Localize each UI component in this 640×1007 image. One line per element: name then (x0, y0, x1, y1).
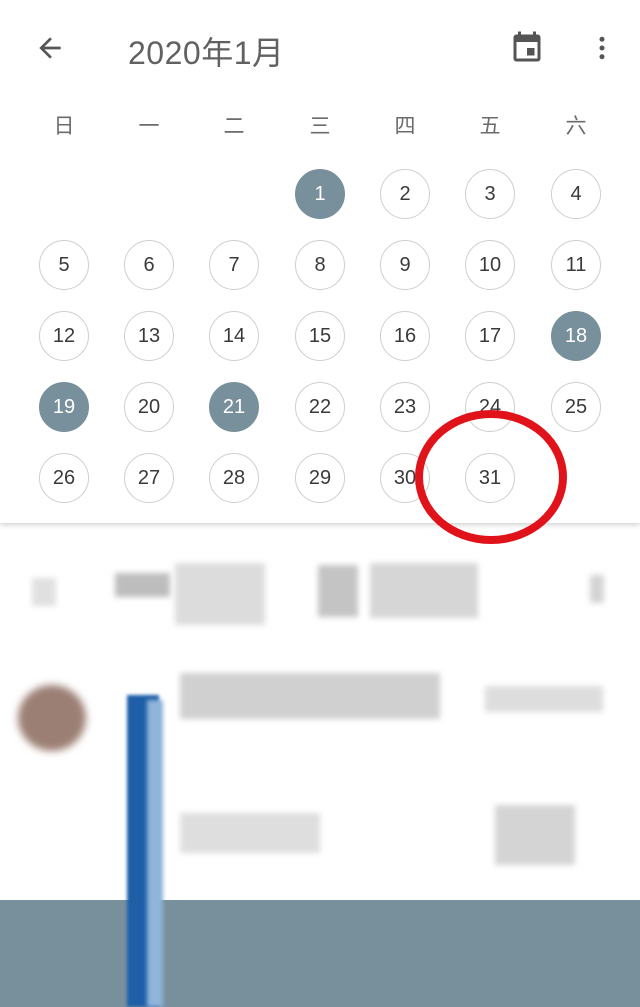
day-cell-23[interactable]: 23 (380, 382, 430, 432)
page-title: 2020年1月 (128, 35, 285, 71)
day-cell-21[interactable]: 21 (209, 382, 259, 432)
weekday-label: 五 (479, 115, 501, 138)
weekday-label: 二 (223, 115, 245, 138)
day-cell-1[interactable]: 1 (295, 169, 345, 219)
arrow-back-icon (39, 37, 61, 59)
day-cell-29[interactable]: 29 (295, 453, 345, 503)
day-cell-22[interactable]: 22 (295, 382, 345, 432)
calendar-icon (513, 31, 541, 62)
day-cell-11[interactable]: 11 (551, 240, 601, 290)
weekday-label: 六 (565, 115, 587, 138)
day-cell-4[interactable]: 4 (551, 169, 601, 219)
day-cell-26[interactable]: 26 (39, 453, 89, 503)
day-cell-16[interactable]: 16 (380, 311, 430, 361)
day-cell-13[interactable]: 13 (124, 311, 174, 361)
day-cell-17[interactable]: 17 (465, 311, 515, 361)
weekday-label: 三 (309, 115, 331, 138)
bottom-event-bar[interactable] (0, 900, 640, 1007)
day-cell-18[interactable]: 18 (551, 311, 601, 361)
top-bar: 2020年1月 (0, 0, 640, 98)
event-color-strip-highlight (147, 700, 163, 1007)
weekday-label: 日 (53, 115, 75, 138)
day-cell-3[interactable]: 3 (465, 169, 515, 219)
more-vert-icon (599, 36, 605, 60)
red-annotation-circle (415, 410, 567, 544)
day-cell-8[interactable]: 8 (295, 240, 345, 290)
day-cell-5[interactable]: 5 (39, 240, 89, 290)
day-cell-20[interactable]: 20 (124, 382, 174, 432)
weekday-label: 一 (138, 115, 160, 138)
day-cell-15[interactable]: 15 (295, 311, 345, 361)
day-cell-14[interactable]: 14 (209, 311, 259, 361)
day-cell-10[interactable]: 10 (465, 240, 515, 290)
day-cell-7[interactable]: 7 (209, 240, 259, 290)
day-cell-28[interactable]: 28 (209, 453, 259, 503)
back-button[interactable] (26, 24, 74, 72)
more-options-button[interactable] (578, 24, 626, 72)
day-cell-6[interactable]: 6 (124, 240, 174, 290)
day-cell-9[interactable]: 9 (380, 240, 430, 290)
day-cell-27[interactable]: 27 (124, 453, 174, 503)
today-calendar-button[interactable] (503, 24, 551, 72)
day-cell-19[interactable]: 19 (39, 382, 89, 432)
day-cell-25[interactable]: 25 (551, 382, 601, 432)
day-cell-12[interactable]: 12 (39, 311, 89, 361)
weekday-label: 四 (394, 115, 416, 138)
day-cell-2[interactable]: 2 (380, 169, 430, 219)
